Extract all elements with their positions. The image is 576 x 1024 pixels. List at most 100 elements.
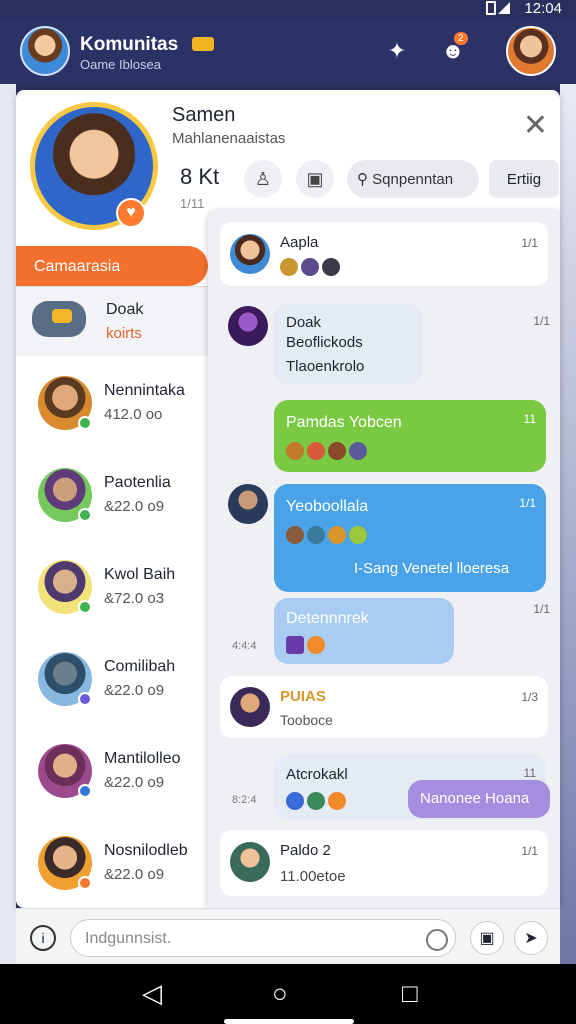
message-time: 11 xyxy=(523,766,536,780)
gamepad-icon xyxy=(32,301,86,337)
emoji-icon xyxy=(307,792,325,810)
gamepad-icon[interactable]: ✦ xyxy=(380,34,414,68)
message-sender: Atcrokakl xyxy=(286,766,348,783)
message-card[interactable]: Aapla 1/1 xyxy=(220,222,548,286)
contact-item[interactable]: Comilibah &22.0 o9 xyxy=(16,636,208,728)
contact-item[interactable]: Kwol Baih &72.0 o3 xyxy=(16,544,208,636)
send-icon[interactable]: ➤ xyxy=(514,921,548,955)
crown-icon xyxy=(192,37,214,51)
contact-item[interactable]: Paotenlia &22.0 o9 xyxy=(16,452,208,544)
contact-name: Comilibah xyxy=(104,658,176,675)
reaction-icons xyxy=(286,442,370,460)
contact-item[interactable]: Nosnilodleb &22.0 o9 xyxy=(16,820,208,912)
message-time: 1/1 xyxy=(521,236,538,250)
game-card[interactable]: Doak koirts xyxy=(16,286,208,356)
message-avatar xyxy=(228,484,268,524)
message-text: Beoflickods xyxy=(286,334,363,351)
my-avatar[interactable] xyxy=(20,26,70,76)
message-input[interactable]: Indgunnsist. xyxy=(70,919,456,957)
emoji-icon xyxy=(349,526,367,544)
message-bubble[interactable]: Yeoboollala I-Sang Venetel lloeresa 1/1 xyxy=(274,484,546,592)
contact-value: 412.0 oo xyxy=(104,406,163,423)
search-label: Sqnpenntan xyxy=(372,170,454,188)
contact-item[interactable]: Nennintaka 412.0 oo xyxy=(16,360,208,452)
category-tab[interactable]: Camaarasia xyxy=(16,246,208,286)
app-header: Komunitas Oame Iblosea ✦ ☻ 2 xyxy=(0,18,576,84)
edit-button[interactable]: Ertiig xyxy=(489,160,559,198)
message-bubble[interactable]: Doak Beoflickods Tlaoenkrolo xyxy=(274,304,422,384)
message-time: 1/1 xyxy=(533,314,550,328)
home-icon[interactable]: ○ xyxy=(272,978,288,1009)
emoji-icon xyxy=(280,258,298,276)
contact-value: &22.0 o9 xyxy=(104,774,165,791)
profile-panel: ♥ Samen Mahlanenaaistas ✕ 8 Kt 1/11 ♙ ▣ … xyxy=(16,90,560,908)
background-left xyxy=(0,84,16,964)
emoji-icon xyxy=(328,442,346,460)
online-status-icon xyxy=(78,876,92,890)
online-status-icon xyxy=(78,692,92,706)
message-time: 1/1 xyxy=(533,602,550,616)
status-bar: 12:04 xyxy=(0,0,576,18)
contact-item[interactable]: Mantilolleo &22.0 o9 xyxy=(16,728,208,820)
battery-icon xyxy=(486,1,496,15)
message-card[interactable]: Paldo 2 11.00etoe 1/1 xyxy=(220,830,548,896)
gesture-pill xyxy=(224,1019,354,1024)
message-time: 1/1 xyxy=(519,496,536,510)
message-avatar xyxy=(228,306,268,346)
chat-area: Aapla 1/1 Doak Beoflickods Tlaoenkrolo 1… xyxy=(208,210,560,908)
reaction-icons xyxy=(286,792,349,810)
emoji-icon xyxy=(328,792,346,810)
note-icon[interactable]: ▣ xyxy=(296,160,334,198)
user-avatar[interactable] xyxy=(506,26,556,76)
emoji-icon[interactable] xyxy=(426,929,448,951)
message-card[interactable]: PUIAS Tooboce 1/3 xyxy=(220,676,548,738)
info-icon[interactable]: i xyxy=(30,925,56,951)
app-title: Komunitas xyxy=(80,34,179,55)
close-icon[interactable]: ✕ xyxy=(523,108,548,143)
online-status-icon xyxy=(78,416,92,430)
emoji-icon xyxy=(286,792,304,810)
android-nav-bar: ◁ ○ □ xyxy=(0,964,576,1024)
message-sender: Paldo 2 xyxy=(280,842,331,859)
reaction-icons xyxy=(286,526,370,544)
contact-value: &22.0 o9 xyxy=(104,498,165,515)
message-input-bar: i Indgunnsist. ▣ ➤ xyxy=(16,908,560,964)
contact-value: &22.0 o9 xyxy=(104,682,165,699)
online-status-icon xyxy=(78,600,92,614)
emoji-icon xyxy=(307,636,325,654)
profile-name: Samen xyxy=(172,104,236,126)
message-time: 1/1 xyxy=(521,844,538,858)
message-bubble[interactable]: Detennnrek xyxy=(274,598,454,664)
emoji-icon xyxy=(322,258,340,276)
notifications-icon[interactable]: ☻ 2 xyxy=(436,32,470,68)
emoji-icon xyxy=(307,442,325,460)
sticker-icon[interactable]: ▣ xyxy=(470,921,504,955)
contact-name: Paotenlia xyxy=(104,474,171,491)
app-subtitle: Oame Iblosea xyxy=(80,57,161,72)
message-text: Pamdas Yobcen xyxy=(286,414,402,431)
game-card-subtitle: koirts xyxy=(106,325,142,342)
message-bubble[interactable]: Nanonee Hoana xyxy=(408,780,550,818)
notification-badge: 2 xyxy=(454,32,468,45)
message-sender: Doak xyxy=(286,314,322,331)
search-button[interactable]: ⚲ Sqnpenntan xyxy=(347,160,479,198)
clock: 12:04 xyxy=(524,0,562,17)
person-icon[interactable]: ♙ xyxy=(244,160,282,198)
back-icon[interactable]: ◁ xyxy=(142,978,162,1009)
contact-name: Nosnilodleb xyxy=(104,842,188,859)
profile-stat-secondary: 1/11 xyxy=(180,196,205,211)
heart-icon[interactable]: ♥ xyxy=(116,198,146,228)
contact-value: &72.0 o3 xyxy=(104,590,165,607)
message-avatar xyxy=(230,234,270,274)
contact-name: Nennintaka xyxy=(104,382,185,399)
profile-stat: 8 Kt xyxy=(180,164,220,189)
message-bubble[interactable]: Pamdas Yobcen 11 xyxy=(274,400,546,472)
contact-name: Mantilolleo xyxy=(104,750,181,767)
emoji-icon xyxy=(286,526,304,544)
contact-value: &22.0 o9 xyxy=(104,866,165,883)
search-icon: ⚲ xyxy=(357,171,373,188)
emoji-icon xyxy=(307,526,325,544)
message-text: Tlaoenkrolo xyxy=(286,358,365,375)
reaction-icons xyxy=(286,636,328,654)
recents-icon[interactable]: □ xyxy=(402,978,418,1009)
